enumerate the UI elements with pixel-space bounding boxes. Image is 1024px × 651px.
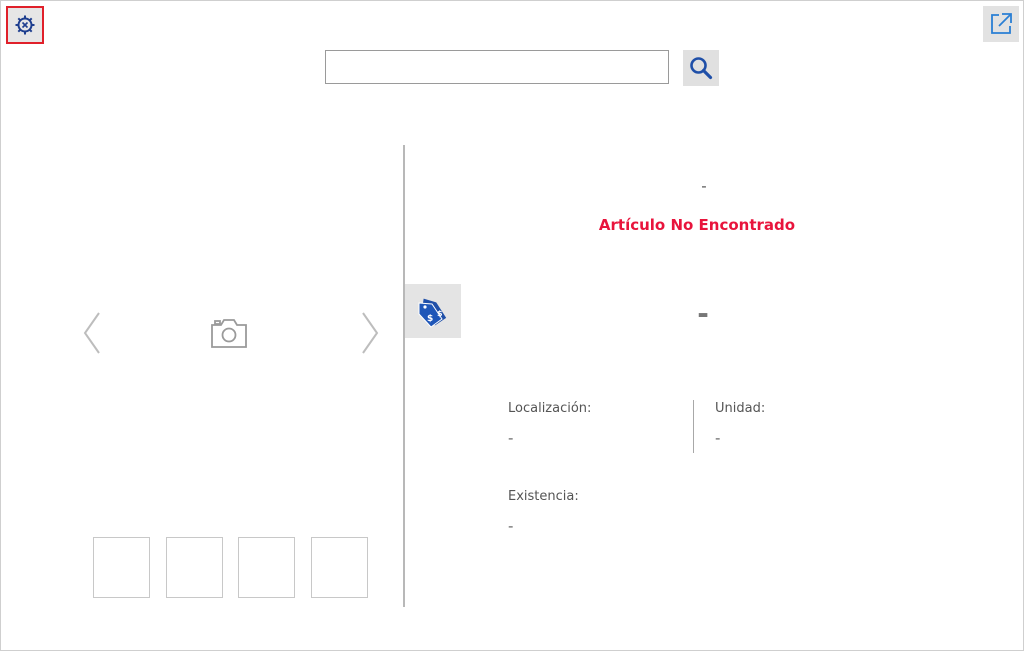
- thumbnail-3[interactable]: [238, 537, 295, 598]
- camera-icon: [211, 319, 247, 348]
- gear-icon: [15, 15, 35, 35]
- article-price: -: [697, 297, 709, 330]
- panel-divider: [403, 145, 405, 607]
- price-tag-icon: $ $: [418, 298, 447, 328]
- search-input[interactable]: [325, 50, 669, 84]
- thumbnail-2[interactable]: [166, 537, 223, 598]
- external-link-icon: [991, 13, 1012, 34]
- chevron-left-icon[interactable]: [81, 311, 103, 355]
- location-label: Localización:: [508, 401, 592, 416]
- search-button[interactable]: [683, 50, 719, 86]
- svg-text:$: $: [427, 314, 433, 324]
- field-separator: [693, 400, 694, 453]
- unit-value: -: [715, 429, 721, 447]
- magnifier-icon: [690, 57, 713, 80]
- unit-label: Unidad:: [715, 401, 766, 416]
- stock-label: Existencia:: [508, 489, 579, 504]
- stock-value: -: [508, 517, 514, 535]
- settings-button[interactable]: [6, 6, 44, 44]
- location-value: -: [508, 429, 514, 447]
- article-status: Artículo No Encontrado: [598, 216, 796, 234]
- article-description: -: [701, 177, 707, 195]
- thumbnail-4[interactable]: [311, 537, 368, 598]
- svg-text:$: $: [437, 309, 443, 318]
- app-window: $ $ - Artículo No Encontrado - Localizac…: [0, 0, 1024, 651]
- thumbnail-1[interactable]: [93, 537, 150, 598]
- open-external-button[interactable]: [983, 6, 1019, 42]
- chevron-right-icon[interactable]: [359, 311, 381, 355]
- price-tag-button[interactable]: $ $: [405, 284, 461, 338]
